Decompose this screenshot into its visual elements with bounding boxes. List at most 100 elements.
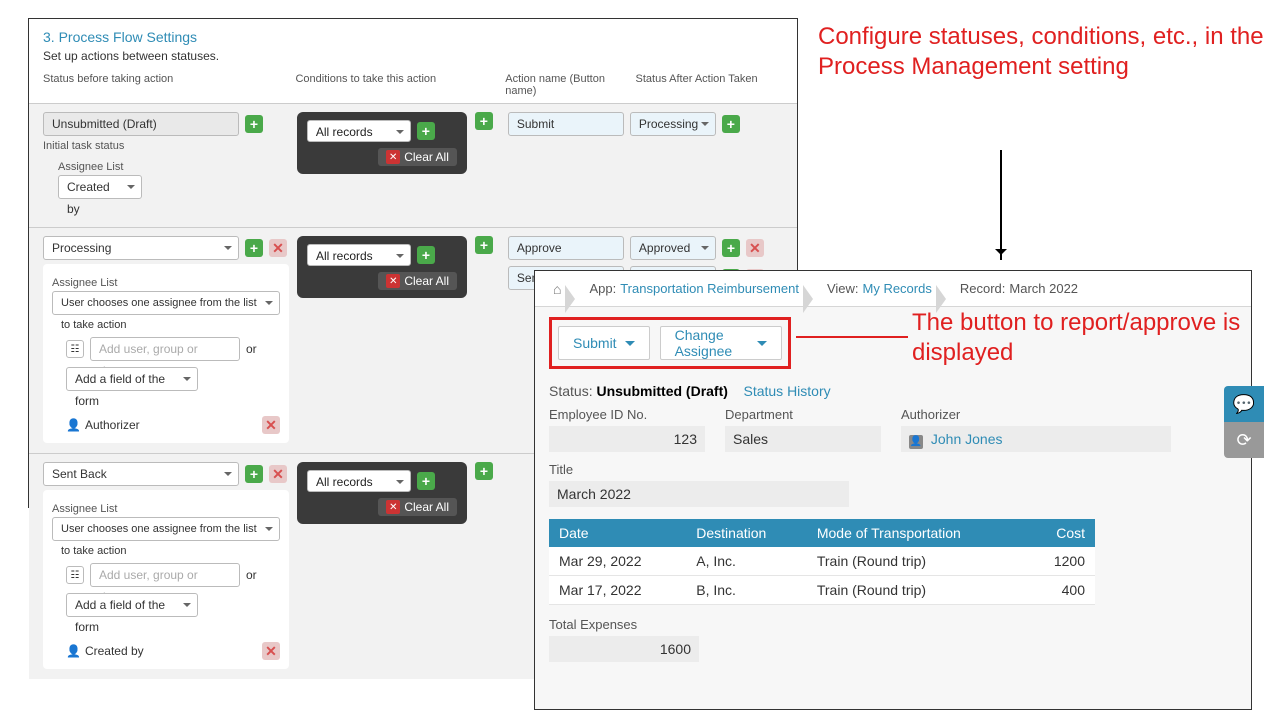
or-label: or: [246, 568, 257, 582]
add-status-button[interactable]: +: [245, 239, 263, 257]
add-status-button[interactable]: +: [245, 465, 263, 483]
annotation-arrow: [1000, 150, 1002, 260]
sync-icon[interactable]: ⟳: [1224, 422, 1264, 458]
add-action-button[interactable]: +: [722, 239, 740, 257]
add-user-input[interactable]: Add user, group or department: [90, 337, 240, 361]
breadcrumb-view-label: View:: [827, 281, 859, 296]
assignee-list-label: Assignee List: [58, 161, 288, 173]
add-condition-button[interactable]: +: [417, 122, 435, 140]
condition-select[interactable]: All records: [307, 120, 411, 142]
initial-task-label: Initial task status: [43, 140, 289, 152]
user-icon: 👤: [66, 644, 81, 658]
title-label: Title: [549, 462, 849, 477]
employee-id-value: 123: [549, 426, 705, 452]
add-condition-button[interactable]: +: [417, 246, 435, 264]
remove-assignee-button[interactable]: ✕: [262, 642, 280, 660]
status-label: Status:: [549, 383, 593, 399]
add-user-input[interactable]: Add user, group or department: [90, 563, 240, 587]
department-label: Department: [725, 407, 881, 422]
add-condition-button[interactable]: +: [417, 472, 435, 490]
org-tree-icon[interactable]: ☷: [66, 340, 84, 358]
th-destination: Destination: [686, 519, 807, 547]
add-branch-button[interactable]: +: [475, 236, 493, 254]
clear-all-button[interactable]: ✕Clear All: [378, 148, 457, 166]
delete-status-button[interactable]: ✕: [269, 465, 287, 483]
assignee-list-label: Assignee List: [52, 503, 280, 515]
add-field-select[interactable]: Add a field of the form: [66, 367, 198, 391]
annotation-button-displayed: The button to report/approve is displaye…: [912, 308, 1280, 368]
clear-all-button[interactable]: ✕Clear All: [378, 272, 457, 290]
home-icon[interactable]: ⌂: [553, 281, 561, 297]
header-conditions: Conditions to take this action: [291, 71, 501, 99]
condition-select[interactable]: All records: [307, 470, 411, 492]
breadcrumb: ⌂ App: Transportation Reimbursement View…: [535, 271, 1251, 307]
breadcrumb-app-link[interactable]: Transportation Reimbursement: [620, 281, 799, 296]
delete-status-button[interactable]: ✕: [269, 239, 287, 257]
status-after-select[interactable]: Processing: [630, 112, 716, 136]
th-mode: Mode of Transportation: [807, 519, 1027, 547]
condition-box: All records + ✕Clear All: [297, 236, 467, 298]
status-before-select[interactable]: Processing: [43, 236, 239, 260]
change-assignee-button[interactable]: Change Assignee: [660, 326, 782, 360]
annotation-configure: Configure statuses, conditions, etc., in…: [818, 22, 1280, 82]
header-status-before: Status before taking action: [39, 71, 291, 99]
settings-subtitle: Set up actions between statuses.: [29, 49, 797, 71]
add-branch-button[interactable]: +: [475, 112, 493, 130]
breadcrumb-view-link[interactable]: My Records: [863, 281, 932, 296]
column-headers: Status before taking action Conditions t…: [29, 71, 797, 103]
title-value: March 2022: [549, 481, 849, 507]
remove-assignee-button[interactable]: ✕: [262, 416, 280, 434]
add-action-button[interactable]: +: [722, 115, 740, 133]
condition-box: All records + ✕Clear All: [297, 112, 467, 174]
close-icon: ✕: [386, 150, 400, 164]
assignee-mode-select[interactable]: User chooses one assignee from the list …: [52, 517, 280, 541]
close-icon: ✕: [386, 274, 400, 288]
th-cost: Cost: [1026, 519, 1095, 547]
assignee-select[interactable]: Created by: [58, 175, 142, 199]
assignee-mode-select[interactable]: User chooses one assignee from the list …: [52, 291, 280, 315]
status-after-select[interactable]: Approved: [630, 236, 716, 260]
settings-title: 3. Process Flow Settings: [29, 19, 797, 49]
status-before-value: Unsubmitted (Draft): [43, 112, 239, 136]
authorizer-value: 👤 John Jones: [901, 426, 1171, 452]
total-expenses-value: 1600: [549, 636, 699, 662]
chat-icon[interactable]: 💬: [1224, 386, 1264, 422]
add-branch-button[interactable]: +: [475, 462, 493, 480]
assignee-value: Created by: [85, 644, 144, 658]
status-history-link[interactable]: Status History: [743, 383, 830, 399]
transactions-table: Date Destination Mode of Transportation …: [549, 519, 1095, 605]
authorizer-link[interactable]: John Jones: [931, 431, 1003, 447]
add-field-select[interactable]: Add a field of the form: [66, 593, 198, 617]
department-value: Sales: [725, 426, 881, 452]
th-date: Date: [549, 519, 686, 547]
breadcrumb-record-label: Record:: [960, 281, 1006, 296]
delete-action-button[interactable]: ✕: [746, 239, 764, 257]
org-tree-icon[interactable]: ☷: [66, 566, 84, 584]
or-label: or: [246, 342, 257, 356]
breadcrumb-record-value: March 2022: [1009, 281, 1078, 296]
chevron-down-icon: [625, 341, 635, 351]
header-action-name: Action name (Button name): [501, 71, 631, 99]
header-status-after: Status After Action Taken: [632, 71, 787, 99]
assignee-value: Authorizer: [85, 418, 140, 432]
condition-select[interactable]: All records: [307, 244, 411, 266]
clear-all-button[interactable]: ✕Clear All: [378, 498, 457, 516]
submit-button[interactable]: Submit: [558, 326, 650, 360]
flow-row-unsubmitted: Unsubmitted (Draft) + Initial task statu…: [29, 103, 797, 227]
authorizer-label: Authorizer: [901, 407, 1171, 422]
status-before-select[interactable]: Sent Back: [43, 462, 239, 486]
assignee-list-label: Assignee List: [52, 277, 280, 289]
action-name-input[interactable]: Approve: [508, 236, 624, 260]
close-icon: ✕: [386, 500, 400, 514]
status-value: Unsubmitted (Draft): [596, 383, 727, 399]
table-row: Mar 17, 2022 B, Inc. Train (Round trip) …: [549, 576, 1095, 605]
annotation-connector: [796, 336, 908, 338]
condition-box: All records + ✕Clear All: [297, 462, 467, 524]
total-expenses-label: Total Expenses: [549, 617, 699, 632]
chevron-down-icon: [757, 341, 767, 351]
user-icon: 👤: [66, 418, 81, 432]
record-action-buttons: Submit Change Assignee: [549, 317, 791, 369]
action-name-input[interactable]: Submit: [508, 112, 624, 136]
table-row: Mar 29, 2022 A, Inc. Train (Round trip) …: [549, 547, 1095, 576]
add-status-button[interactable]: +: [245, 115, 263, 133]
